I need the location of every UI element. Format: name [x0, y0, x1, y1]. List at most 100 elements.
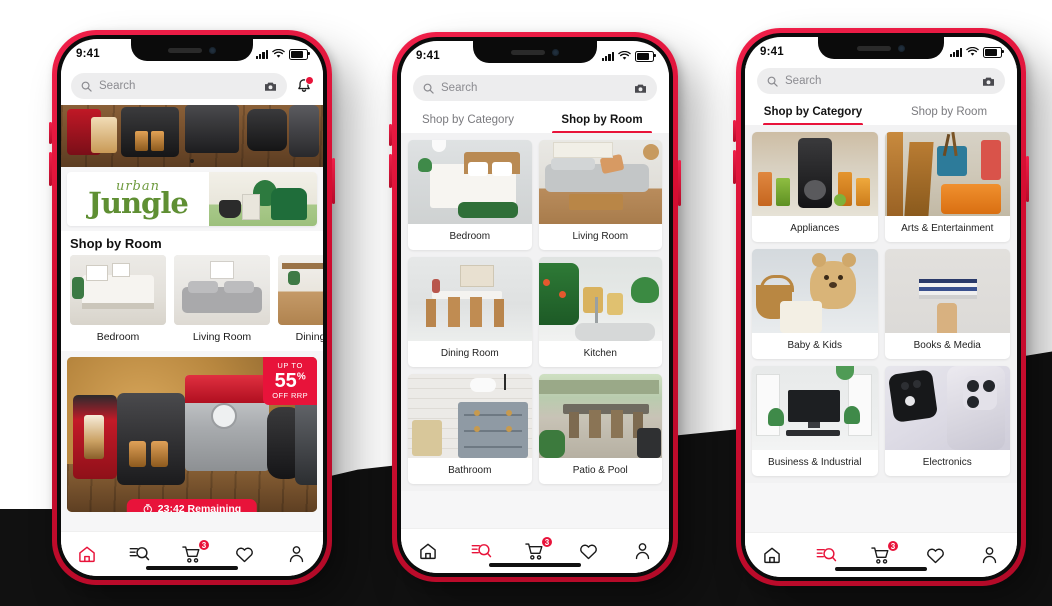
phone-3-content: Appliances Arts & Entertainment Baby & K…	[745, 125, 1017, 533]
promo-banner[interactable]: UP TO 55% OFF RRP 23:42 Remaining	[67, 357, 317, 512]
nav-account[interactable]	[284, 542, 310, 566]
card-electronics[interactable]: Electronics	[884, 366, 1010, 476]
phone-2: 9:41 Search Shop by Category Shop by Roo…	[389, 32, 681, 582]
promo-machine-2	[117, 393, 185, 485]
card-baby-kids[interactable]: Baby & Kids	[752, 249, 878, 359]
phone-3-volume-down[interactable]	[733, 150, 736, 184]
cart-badge: 3	[886, 540, 899, 552]
nav-search[interactable]	[814, 543, 840, 567]
nav-cart[interactable]: 3	[522, 536, 553, 563]
earpiece-speaker	[857, 45, 891, 51]
carousel-dots[interactable]	[61, 159, 323, 163]
promo-accessory-2	[295, 399, 317, 485]
filter-search-icon	[471, 544, 492, 558]
camera-icon[interactable]	[982, 76, 995, 87]
tab-shop-by-category[interactable]: Shop by Category	[401, 107, 535, 134]
search-row: Search	[61, 69, 323, 105]
phone-3-volume-up[interactable]	[733, 120, 736, 142]
card-kitchen[interactable]: Kitchen	[538, 257, 662, 367]
phone-2-volume-down[interactable]	[389, 154, 392, 188]
card-image-books-media	[884, 249, 1010, 333]
nav-account[interactable]	[977, 543, 1003, 567]
cellular-signal-icon	[949, 47, 962, 57]
timer-icon	[143, 504, 152, 512]
room-card-living-room[interactable]: Living Room	[174, 255, 270, 343]
phone-2-power-button[interactable]	[678, 160, 681, 206]
cart-badge: 3	[197, 539, 210, 551]
promo-off-label: OFF RRP	[272, 390, 308, 400]
nav-search[interactable]	[127, 542, 153, 566]
wifi-icon	[618, 51, 631, 60]
room-scroller[interactable]: Bedroom Living Room Dining	[61, 255, 323, 351]
home-indicator[interactable]	[835, 567, 927, 571]
nav-wishlist[interactable]	[576, 539, 602, 563]
card-arts-entertainment[interactable]: Arts & Entertainment	[884, 132, 1010, 242]
room-card-bedroom[interactable]: Bedroom	[70, 255, 166, 343]
room-card-dining-room[interactable]: Dining Room	[278, 255, 323, 343]
nav-search[interactable]	[468, 539, 494, 563]
heart-icon	[580, 544, 597, 559]
person-icon	[635, 543, 649, 560]
camera-icon[interactable]	[634, 83, 647, 94]
heart-icon	[235, 547, 253, 562]
card-label: Electronics	[922, 457, 972, 468]
nav-wishlist[interactable]	[922, 543, 948, 567]
promo-percent-sign: %	[296, 370, 306, 382]
camera-icon[interactable]	[264, 81, 277, 92]
phone-1-screen: 9:41 Search urban Jungle Shop by Room Be…	[61, 39, 323, 576]
tab-shop-by-room[interactable]: Shop by Room	[881, 99, 1017, 126]
card-business-industrial[interactable]: Business & Industrial	[752, 366, 878, 476]
phone-2-bezel: 9:41 Search Shop by Category Shop by Roo…	[397, 37, 673, 577]
promo-upto-label: UP TO	[277, 361, 303, 370]
card-bathroom[interactable]: Bathroom	[408, 374, 532, 484]
tab-shop-by-room[interactable]: Shop by Room	[535, 107, 669, 134]
card-patio-pool[interactable]: Patio & Pool	[538, 374, 662, 484]
battery-icon	[983, 46, 1004, 58]
notifications-button[interactable]	[295, 76, 314, 95]
nav-home[interactable]	[415, 539, 441, 563]
banner-armchair	[271, 188, 307, 220]
card-living-room[interactable]: Living Room	[538, 140, 662, 250]
promo-percent-value: 55	[274, 369, 297, 392]
search-input[interactable]: Search	[757, 68, 1005, 94]
battery-icon	[289, 48, 310, 60]
card-appliances[interactable]: Appliances	[752, 132, 878, 242]
hero-product-5	[151, 131, 164, 151]
filter-search-icon	[129, 547, 150, 561]
phone-1-volume-up[interactable]	[49, 122, 52, 144]
nav-cart[interactable]: 3	[179, 539, 210, 566]
banner-frame	[242, 194, 260, 220]
card-dining-room[interactable]: Dining Room	[408, 257, 532, 367]
home-indicator[interactable]	[489, 563, 581, 567]
search-placeholder: Search	[99, 80, 136, 92]
phone-3-power-button[interactable]	[1026, 156, 1029, 202]
room-grid: Bedroom Living Room Dining Room Kitchen …	[401, 133, 669, 491]
hero-carousel[interactable]	[61, 105, 323, 167]
card-books-media[interactable]: Books & Media	[884, 249, 1010, 359]
card-image-living-room	[538, 140, 662, 224]
nav-cart[interactable]: 3	[868, 540, 899, 567]
room-label: Bedroom	[96, 331, 140, 343]
card-bedroom[interactable]: Bedroom	[408, 140, 532, 250]
phone-2-volume-up[interactable]	[389, 124, 392, 146]
hero-product-2	[91, 117, 117, 153]
tab-shop-by-category[interactable]: Shop by Category	[745, 99, 881, 126]
search-input[interactable]: Search	[71, 73, 287, 99]
phone-1-volume-down[interactable]	[49, 152, 52, 186]
earpiece-speaker	[511, 49, 545, 55]
card-label: Dining Room	[440, 348, 499, 359]
nav-home[interactable]	[759, 543, 785, 567]
nav-home[interactable]	[74, 542, 100, 566]
search-input[interactable]: Search	[413, 75, 657, 101]
nav-wishlist[interactable]	[231, 542, 257, 566]
urban-jungle-banner[interactable]: urban Jungle	[67, 172, 317, 226]
search-placeholder: Search	[785, 75, 822, 87]
card-label: Patio & Pool	[572, 465, 628, 476]
search-icon	[423, 83, 434, 94]
nav-account[interactable]	[629, 539, 655, 563]
front-camera-icon	[209, 46, 216, 54]
phone-1-power-button[interactable]	[332, 158, 335, 204]
banner-basket	[219, 200, 241, 218]
room-image-dining-room	[278, 255, 323, 325]
home-indicator[interactable]	[146, 566, 238, 570]
